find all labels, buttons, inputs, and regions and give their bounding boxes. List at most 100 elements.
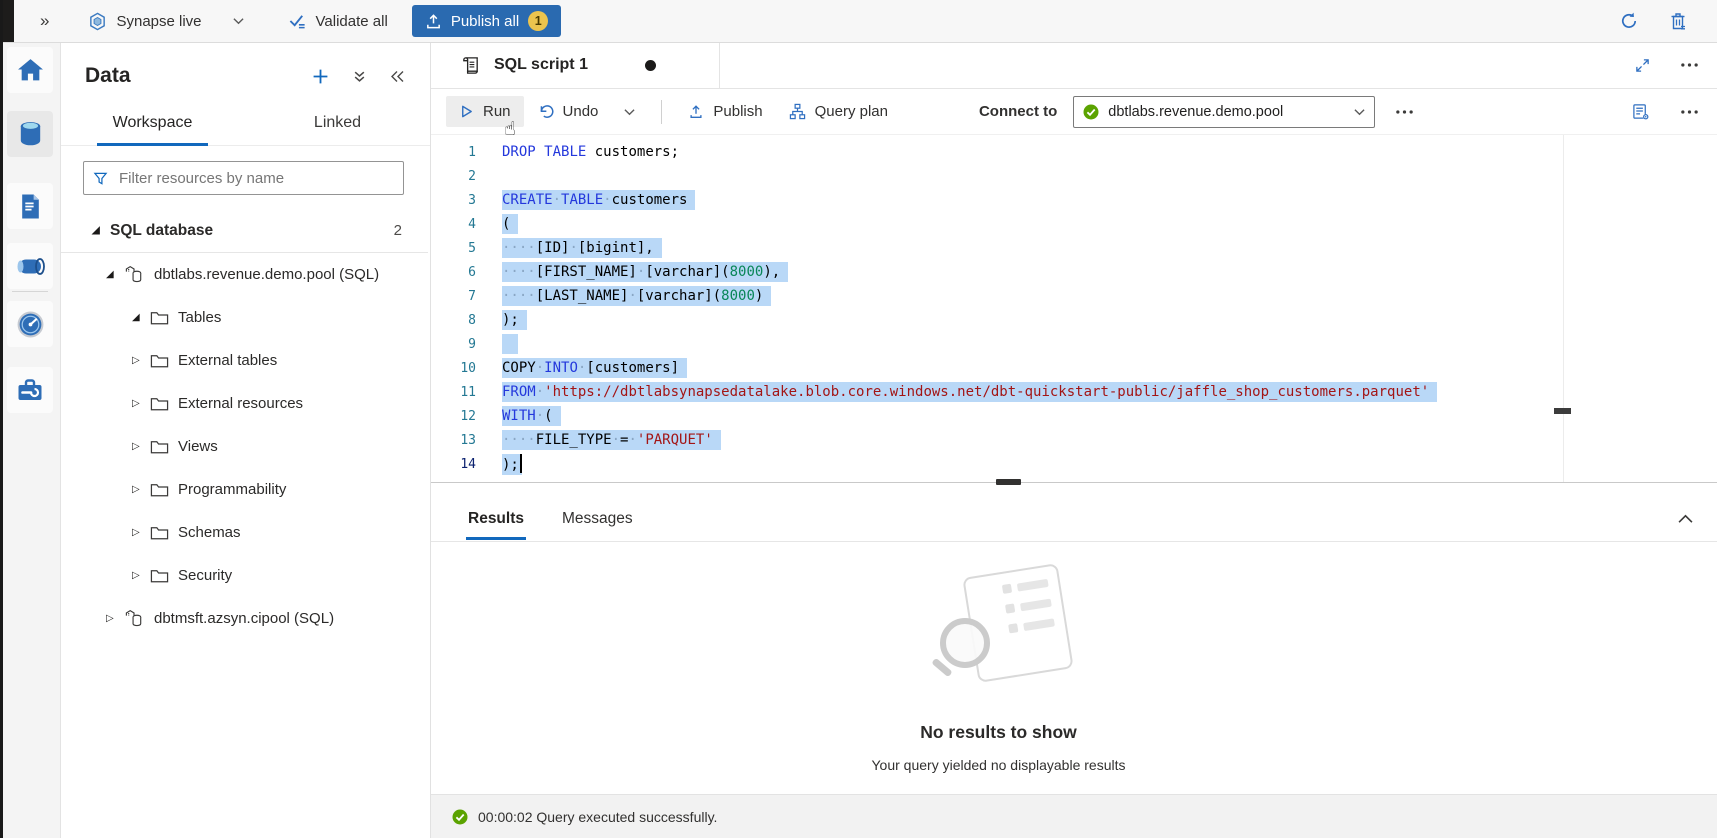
undo-label: Undo [563,103,599,120]
add-resource-button[interactable] [312,68,329,85]
rail-item-manage[interactable] [7,367,53,413]
sql-pool-icon [124,608,145,629]
tree-collapsed-icon[interactable]: ▷ [132,527,150,538]
tree-row-security[interactable]: ▷ Security [60,554,430,597]
code-line-text: ); [502,310,527,330]
run-button[interactable]: Run ☝ [446,96,524,127]
rail-item-home[interactable] [7,47,53,93]
expand-editor-icon[interactable] [1635,58,1650,73]
code-line-text: ····FILE_TYPE·=·'PARQUET' [502,430,721,450]
mode-selector-label: Synapse live [116,13,201,30]
tree-row-label: Views [178,438,218,455]
code-line: 7····[LAST_NAME]·[varchar](8000) [430,284,1717,308]
window-left-edge [0,0,3,838]
sql-code-editor[interactable]: 1DROP TABLE customers;23CREATE·TABLE·cus… [430,135,1717,482]
tree-row-label: Security [178,567,232,584]
collapse-panel-icon[interactable] [390,70,404,83]
tree-expanded-icon[interactable]: ◢ [132,312,150,323]
editor-toolbar: Run ☝ Undo Publish Query plan Connect to… [430,89,1717,135]
expand-sidebar-icon[interactable]: » [40,11,48,31]
validate-all-button[interactable]: Validate all [288,12,388,30]
top-bar: » Synapse live Validate all Publish all … [0,0,1717,43]
tree-collapsed-icon[interactable]: ▷ [132,398,150,409]
publish-count-badge: 1 [528,11,548,31]
tree-row-dbtmsft-azsyn-cipool-sql[interactable]: ▷dbtmsft.azsyn.cipool (SQL) [60,597,430,640]
filter-box [83,161,404,195]
tree-collapsed-icon[interactable]: ▷ [132,441,150,452]
code-line-text [502,334,518,354]
tree-collapsed-icon[interactable]: ▷ [132,484,150,495]
mode-selector[interactable]: Synapse live [88,12,243,31]
toolbar-divider [661,100,662,124]
synapse-live-icon [88,12,107,31]
folder-icon [150,568,169,584]
code-line: 8); [430,308,1717,332]
code-line-text: ····[ID]·[bigint], [502,238,662,258]
publish-all-label: Publish all [451,13,519,30]
code-line-text: CREATE·TABLE·customers [502,190,695,210]
line-number: 9 [430,337,476,352]
line-number: 7 [430,289,476,304]
chevron-down-icon [1354,108,1365,116]
collapse-results-chevron-up-icon[interactable] [1678,514,1693,524]
line-number: 6 [430,265,476,280]
more-actions-icon[interactable] [1680,109,1699,115]
tab-sql-script-1[interactable]: SQL script 1 [430,42,720,88]
tree-row-schemas[interactable]: ▷Schemas [60,511,430,554]
tab-more-actions-icon[interactable] [1680,62,1699,68]
text-cursor [520,454,522,473]
tree-collapsed-icon[interactable]: ▷ [132,355,150,366]
code-line-text: ); [502,454,522,475]
line-number: 12 [430,409,476,424]
filter-input[interactable] [117,169,394,188]
rail-item-monitor[interactable] [7,301,53,347]
splitter-grip[interactable] [996,479,1021,485]
data-explorer-panel: Data Workspace Linked ◢SQL database2◢dbt… [60,42,431,838]
rail-item-develop[interactable] [7,183,53,229]
tab-linked[interactable]: Linked [245,104,430,145]
query-plan-label: Query plan [815,103,888,120]
tab-workspace[interactable]: Workspace [60,104,245,145]
query-plan-button[interactable]: Query plan [776,96,901,127]
play-icon [459,104,474,119]
toolbar-more-actions-icon[interactable] [1395,109,1414,115]
tree-row-external-resources[interactable]: ▷External resources [60,382,430,425]
tree-row-tables[interactable]: ◢ Tables [60,296,430,339]
discard-trash-icon[interactable] [1669,11,1687,31]
tree-expanded-icon[interactable]: ◢ [106,269,124,280]
code-line: 3CREATE·TABLE·customers [430,188,1717,212]
tree-collapsed-icon[interactable]: ▷ [106,613,124,624]
code-line: 5····[ID]·[bigint], [430,236,1717,260]
rail-item-data[interactable] [7,111,53,157]
data-icon [17,120,44,148]
editor-tab-strip: SQL script 1 [430,42,1717,89]
tree-row-views[interactable]: ▷ Views [60,425,430,468]
tab-results[interactable]: Results [467,498,525,540]
tree-collapsed-icon[interactable]: ▷ [132,570,150,581]
undo-button[interactable]: Undo [524,96,612,127]
integrate-icon [15,256,45,277]
publish-all-button[interactable]: Publish all 1 [412,5,561,37]
collapse-all-icon[interactable] [353,70,366,83]
tree-expanded-icon[interactable]: ◢ [92,225,110,236]
undo-dropdown-chevron[interactable] [611,101,648,123]
rail-item-integrate[interactable] [7,243,53,289]
pool-selector-dropdown[interactable]: dbtlabs.revenue.demo.pool [1073,96,1375,128]
connect-to-label: Connect to [979,103,1057,120]
refresh-icon[interactable] [1619,11,1639,31]
tree-row-dbtlabs-revenue-demo-pool-sql[interactable]: ◢dbtlabs.revenue.demo.pool (SQL) [60,253,430,296]
publish-icon [688,104,704,120]
tree-row-external-tables[interactable]: ▷ External tables [60,339,430,382]
tab-messages[interactable]: Messages [561,498,634,540]
tree-row-sql-database[interactable]: ◢SQL database2 [60,209,428,253]
filter-funnel-icon [93,171,108,186]
publish-button[interactable]: Publish [675,96,775,127]
results-splitter[interactable] [430,482,1717,497]
tree-count-badge: 2 [394,222,402,239]
tree-row-programmability[interactable]: ▷Programmability [60,468,430,511]
folder-icon [150,396,169,412]
resource-tree: ◢SQL database2◢dbtlabs.revenue.demo.pool… [60,209,430,640]
tree-row-label: Tables [178,309,221,326]
properties-icon[interactable] [1632,103,1650,121]
tree-row-label: External tables [178,352,277,369]
